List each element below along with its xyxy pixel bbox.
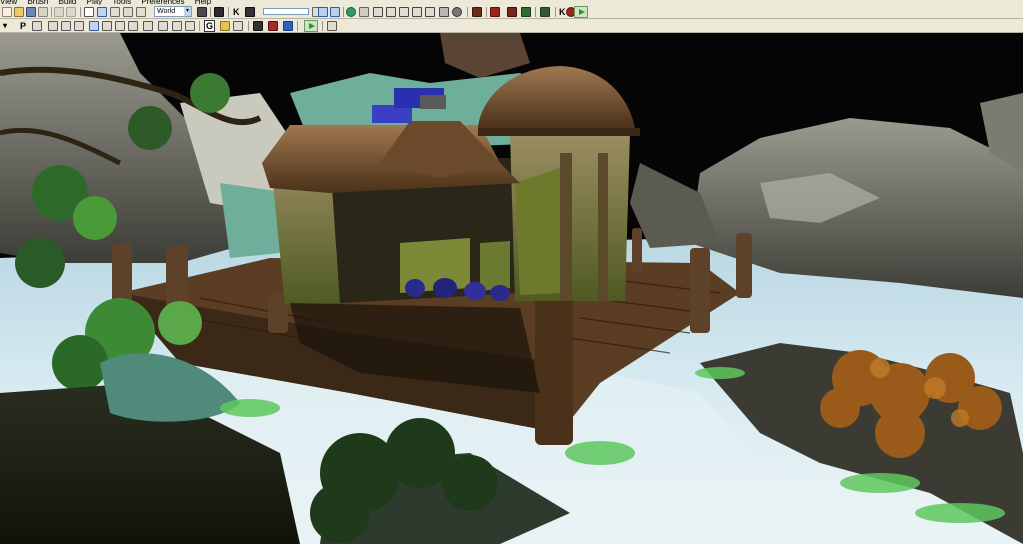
- build-all-icon[interactable]: [399, 7, 409, 17]
- game-view-icon[interactable]: [330, 7, 340, 17]
- play-in-viewport-button[interactable]: [304, 20, 318, 32]
- chevron-down-icon: ▾: [184, 7, 191, 16]
- level-browser-icon[interactable]: [472, 7, 482, 17]
- new-map-icon[interactable]: [2, 7, 12, 17]
- content-browser-icon[interactable]: [214, 7, 224, 17]
- save-all-icon[interactable]: [38, 7, 48, 17]
- camera-icon[interactable]: [253, 21, 263, 31]
- shader-complexity-icon[interactable]: [143, 21, 153, 31]
- save-icon[interactable]: [26, 7, 36, 17]
- eye-icon[interactable]: [233, 21, 243, 31]
- build-cover-icon[interactable]: [386, 7, 396, 17]
- ortho-icon[interactable]: [32, 21, 42, 31]
- menu-build[interactable]: Build: [59, 0, 77, 5]
- select-cursor-icon[interactable]: [84, 7, 94, 17]
- brush-wireframe-icon[interactable]: [48, 21, 58, 31]
- menu-play[interactable]: Play: [87, 0, 103, 5]
- coordinate-system-select[interactable]: World ▾: [154, 6, 192, 17]
- wireframe-icon[interactable]: [61, 21, 71, 31]
- viewport-toolbar: ▾ P G: [0, 19, 1023, 33]
- binoculars-icon[interactable]: [197, 7, 207, 17]
- build-paths-icon[interactable]: [373, 7, 383, 17]
- groups-icon[interactable]: [521, 7, 531, 17]
- main-toolbar: World ▾ K K: [0, 5, 1023, 19]
- actor-classes-icon[interactable]: [507, 7, 517, 17]
- menu-preferences[interactable]: Preferences: [141, 0, 184, 5]
- realtime-preview-icon[interactable]: [268, 21, 278, 31]
- editor-viewport[interactable]: [0, 33, 1023, 544]
- perspective-button[interactable]: P: [20, 20, 26, 32]
- matinee-icon[interactable]: [245, 7, 255, 17]
- lock-icon[interactable]: [220, 21, 230, 31]
- undo-icon[interactable]: [54, 7, 64, 17]
- reset-icon[interactable]: [452, 7, 462, 17]
- texture-density-icon[interactable]: [128, 21, 138, 31]
- reflections-icon[interactable]: [172, 21, 182, 31]
- light-complexity-icon[interactable]: [115, 21, 125, 31]
- open-icon[interactable]: [14, 7, 24, 17]
- translate-icon[interactable]: [97, 7, 107, 17]
- static-mesh-icon[interactable]: [540, 7, 550, 17]
- redo-icon[interactable]: [66, 7, 76, 17]
- scale-icon[interactable]: [123, 7, 133, 17]
- grid-slider[interactable]: [263, 8, 309, 15]
- build-lighting-icon[interactable]: [359, 7, 369, 17]
- build-geometry-icon[interactable]: [346, 7, 356, 17]
- coordinate-system-value: World: [157, 8, 176, 15]
- rotate-icon[interactable]: [110, 7, 120, 17]
- menu-view[interactable]: View: [0, 0, 17, 5]
- bookmark-icon[interactable]: [490, 7, 500, 17]
- lightmap-density-icon[interactable]: [158, 21, 168, 31]
- streaming-icon[interactable]: [283, 21, 293, 31]
- game-mode-button[interactable]: G: [204, 20, 216, 32]
- menu-tools[interactable]: Tools: [112, 0, 131, 5]
- kismet-button[interactable]: K: [233, 6, 240, 18]
- play-in-editor-button[interactable]: [574, 6, 588, 18]
- unlit-icon[interactable]: [74, 21, 84, 31]
- scene-render: [0, 33, 1023, 544]
- kismet-k-button[interactable]: K: [559, 6, 566, 18]
- viewport-options-chevron-icon[interactable]: ▾: [3, 20, 7, 32]
- nonuniform-scale-icon[interactable]: [136, 7, 146, 17]
- lit-icon[interactable]: [89, 21, 99, 31]
- lighting-only-icon[interactable]: [102, 21, 112, 31]
- rebuild-icon[interactable]: [439, 7, 449, 17]
- lightmass-icon[interactable]: [425, 7, 435, 17]
- lighting-quality-icon[interactable]: [412, 7, 422, 17]
- pin-icon[interactable]: [327, 21, 337, 31]
- collision-icon[interactable]: [185, 21, 195, 31]
- menu-help[interactable]: Help: [195, 0, 211, 5]
- realtime-icon[interactable]: [318, 7, 328, 17]
- menu-brush[interactable]: Brush: [27, 0, 48, 5]
